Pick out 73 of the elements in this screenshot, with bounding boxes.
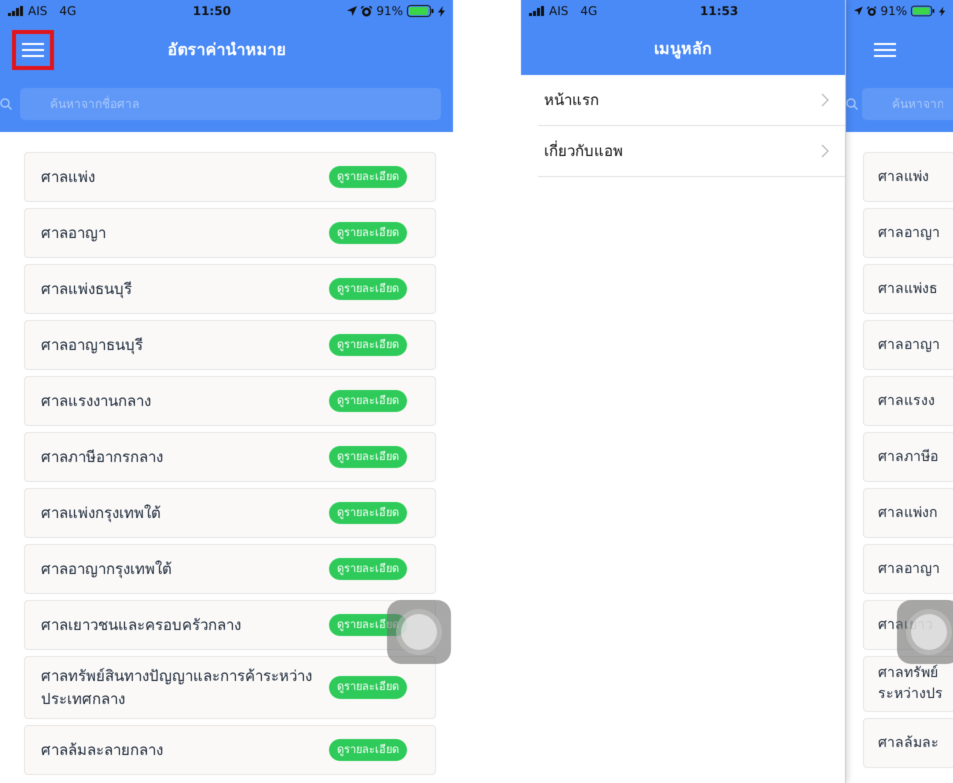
court-card[interactable]: ศาลแพ่งกรุงเทพใต้ ดูรายละเอียด	[24, 488, 436, 538]
court-card[interactable]: ศาลอาญา	[863, 544, 953, 594]
court-name: ศาลล้มละ	[878, 734, 940, 752]
court-card[interactable]: ศาลอาญา ดูรายละเอียด	[24, 208, 436, 258]
court-name: ศาลแรงงานกลาง	[41, 390, 152, 412]
court-name: ศาลแพ่ง	[878, 168, 930, 186]
battery-percent: 91%	[376, 3, 403, 20]
court-name: ศาลแพ่งธนบุรี	[41, 278, 133, 300]
chevron-right-icon	[821, 93, 829, 107]
court-card[interactable]: ศาลแพ่งก	[863, 488, 953, 538]
court-name: ศาลอาญา	[878, 560, 941, 578]
court-card[interactable]: ศาลล้มละลายกลาง ดูรายละเอียด	[24, 725, 436, 775]
carrier-name: AIS	[28, 3, 48, 20]
menu-title: เมนูหลัก	[654, 38, 712, 60]
court-card[interactable]: ศาลอาญาธนบุรี ดูรายละเอียด	[24, 320, 436, 370]
battery-percent: 91%	[880, 3, 908, 20]
court-name: ศาลแพ่งกรุงเทพใต้	[41, 502, 162, 524]
court-name: ศาลภาษีอ	[878, 448, 939, 466]
signal-icon	[8, 6, 24, 16]
court-name: ศาลอาญาธนบุรี	[41, 334, 144, 356]
court-card[interactable]: ศาลทรัพย์ ระหว่างปร	[863, 656, 953, 712]
menu-icon	[874, 42, 896, 58]
court-card[interactable]: ศาลภาษีอ	[863, 432, 953, 482]
court-name: ศาลแพ่ง	[41, 166, 96, 188]
screen-title: อัตราค่านำหมาย	[168, 39, 286, 61]
carrier-name: AIS	[549, 3, 568, 20]
court-name: ศาลล้มละลายกลาง	[41, 740, 164, 761]
court-card[interactable]: ศาลแพ่งธนบุรี ดูรายละเอียด	[24, 264, 436, 314]
court-name: ศาลอาญา	[878, 224, 941, 242]
battery-icon	[911, 5, 935, 17]
court-name: ศาลแรงง	[878, 392, 936, 410]
court-card[interactable]: ศาลทรัพย์สินทางปัญญาและการค้าระหว่างประเทศกลาง ดูรายละเอียด	[24, 656, 436, 719]
clock-time: 11:53	[699, 3, 740, 20]
court-card[interactable]: ศาลอาญากรุงเทพใต้ ดูรายละเอียด	[24, 544, 436, 594]
court-card[interactable]: ศาลแพ่ง ดูรายละเอียด	[24, 152, 436, 202]
court-card[interactable]: ศาลเยาวชนและครอบครัวกลาง ดูรายละเอียด	[24, 600, 436, 650]
court-name: ศาลอาญากรุงเทพใต้	[41, 558, 173, 580]
location-arrow-icon	[854, 6, 863, 16]
court-name: ศาลเยาวชนและครอบครัวกลาง	[41, 614, 242, 636]
search-field[interactable]: ค้นหาจาก	[862, 88, 953, 120]
alarm-clock-icon	[866, 6, 876, 16]
court-name: ศาลภาษีอากรกลาง	[41, 446, 164, 468]
charging-icon	[938, 6, 945, 16]
menu-item[interactable]: หน้าแรก	[538, 75, 845, 126]
search-field[interactable]: ค้นหาจากชื่อศาล	[20, 88, 441, 120]
clock-time: 11:50	[192, 3, 232, 20]
charging-icon	[438, 6, 445, 16]
court-card[interactable]: ศาลแพ่ง	[863, 152, 953, 202]
menu-item[interactable]: เกี่ยวกับแอพ	[538, 126, 845, 177]
search-icon	[0, 98, 12, 110]
court-card[interactable]: ศาลอาญา	[863, 208, 953, 258]
court-name: ระหว่างปร	[878, 685, 944, 704]
menu-icon	[22, 42, 44, 58]
chevron-right-icon	[821, 144, 829, 158]
court-name: ศาลแพ่งก	[878, 504, 938, 522]
battery-icon	[407, 5, 434, 17]
court-name: ศาลทรัพย์สินทางปัญญาและการค้าระหว่างประเทศกลาง	[41, 666, 313, 710]
signal-icon	[529, 6, 545, 16]
network-type: 4G	[59, 3, 76, 20]
court-name: ศาลทรัพย์	[878, 664, 939, 683]
court-card[interactable]: ศาลแรงง	[863, 376, 953, 426]
network-type: 4G	[580, 3, 598, 20]
court-name: ศาลแพ่งธ	[878, 280, 939, 298]
court-name: ศาลอาญา	[41, 222, 107, 244]
alarm-clock-icon	[361, 6, 372, 16]
search-icon	[846, 98, 858, 110]
court-card[interactable]: ศาลล้มละ	[863, 718, 953, 768]
court-card[interactable]: ศาลภาษีอากรกลาง ดูรายละเอียด	[24, 432, 436, 482]
court-name: ศาลอาญา	[878, 336, 941, 354]
court-card[interactable]: ศาลอาญา	[863, 320, 953, 370]
court-card[interactable]: ศาลแพ่งธ	[863, 264, 953, 314]
court-card[interactable]: ศาลแรงงานกลาง ดูรายละเอียด	[24, 376, 436, 426]
location-arrow-icon	[347, 6, 358, 16]
